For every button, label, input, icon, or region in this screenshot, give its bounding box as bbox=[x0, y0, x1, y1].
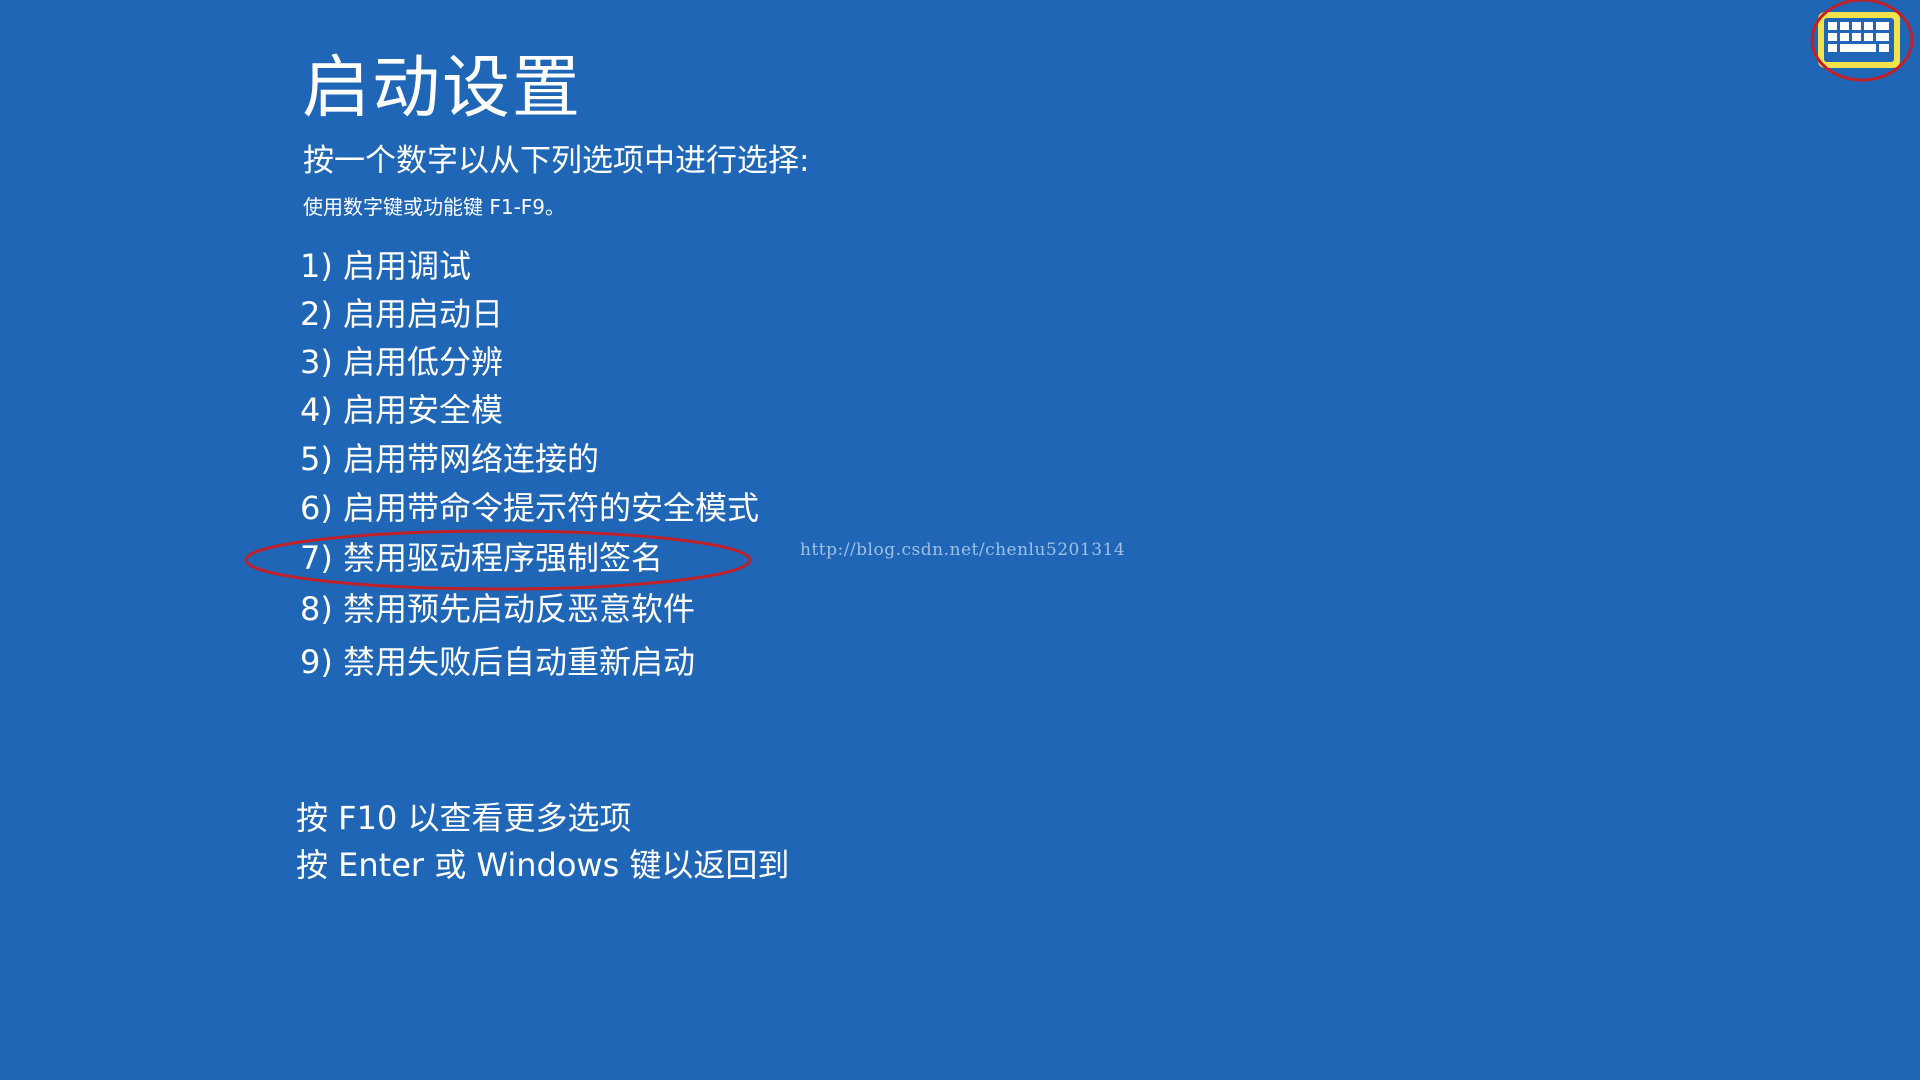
option-6-enable-safe-mode-command-prompt[interactable]: 6) 启用带命令提示符的安全模式 bbox=[300, 486, 759, 530]
page-title: 启动设置 bbox=[302, 49, 583, 128]
option-1-enable-debugging[interactable]: 1) 启用调试 bbox=[300, 244, 471, 288]
keyboard-icon bbox=[1824, 18, 1894, 62]
option-7-disable-driver-signature-enforcement[interactable]: 7) 禁用驱动程序强制签名 bbox=[300, 536, 663, 580]
watermark-text: http://blog.csdn.net/chenlu5201314 bbox=[800, 540, 1126, 560]
return-hint: 按 Enter 或 Windows 键以返回到 bbox=[296, 846, 790, 884]
option-5-enable-safe-mode-networking[interactable]: 5) 启用带网络连接的 bbox=[300, 437, 599, 481]
option-8-disable-early-launch-antimalware[interactable]: 8) 禁用预先启动反恶意软件 bbox=[300, 587, 695, 631]
more-options-hint: 按 F10 以查看更多选项 bbox=[296, 799, 632, 837]
hint-text: 使用数字键或功能键 F1-F9。 bbox=[303, 195, 566, 219]
option-2-enable-boot-logging[interactable]: 2) 启用启动日 bbox=[300, 292, 503, 336]
option-3-enable-low-resolution[interactable]: 3) 启用低分辨 bbox=[300, 340, 503, 384]
instruction-text: 按一个数字以从下列选项中进行选择: bbox=[303, 143, 810, 179]
option-4-enable-safe-mode[interactable]: 4) 启用安全模 bbox=[300, 388, 503, 432]
option-9-disable-auto-restart[interactable]: 9) 禁用失败后自动重新启动 bbox=[300, 640, 695, 684]
keyboard-button[interactable] bbox=[1818, 12, 1900, 68]
